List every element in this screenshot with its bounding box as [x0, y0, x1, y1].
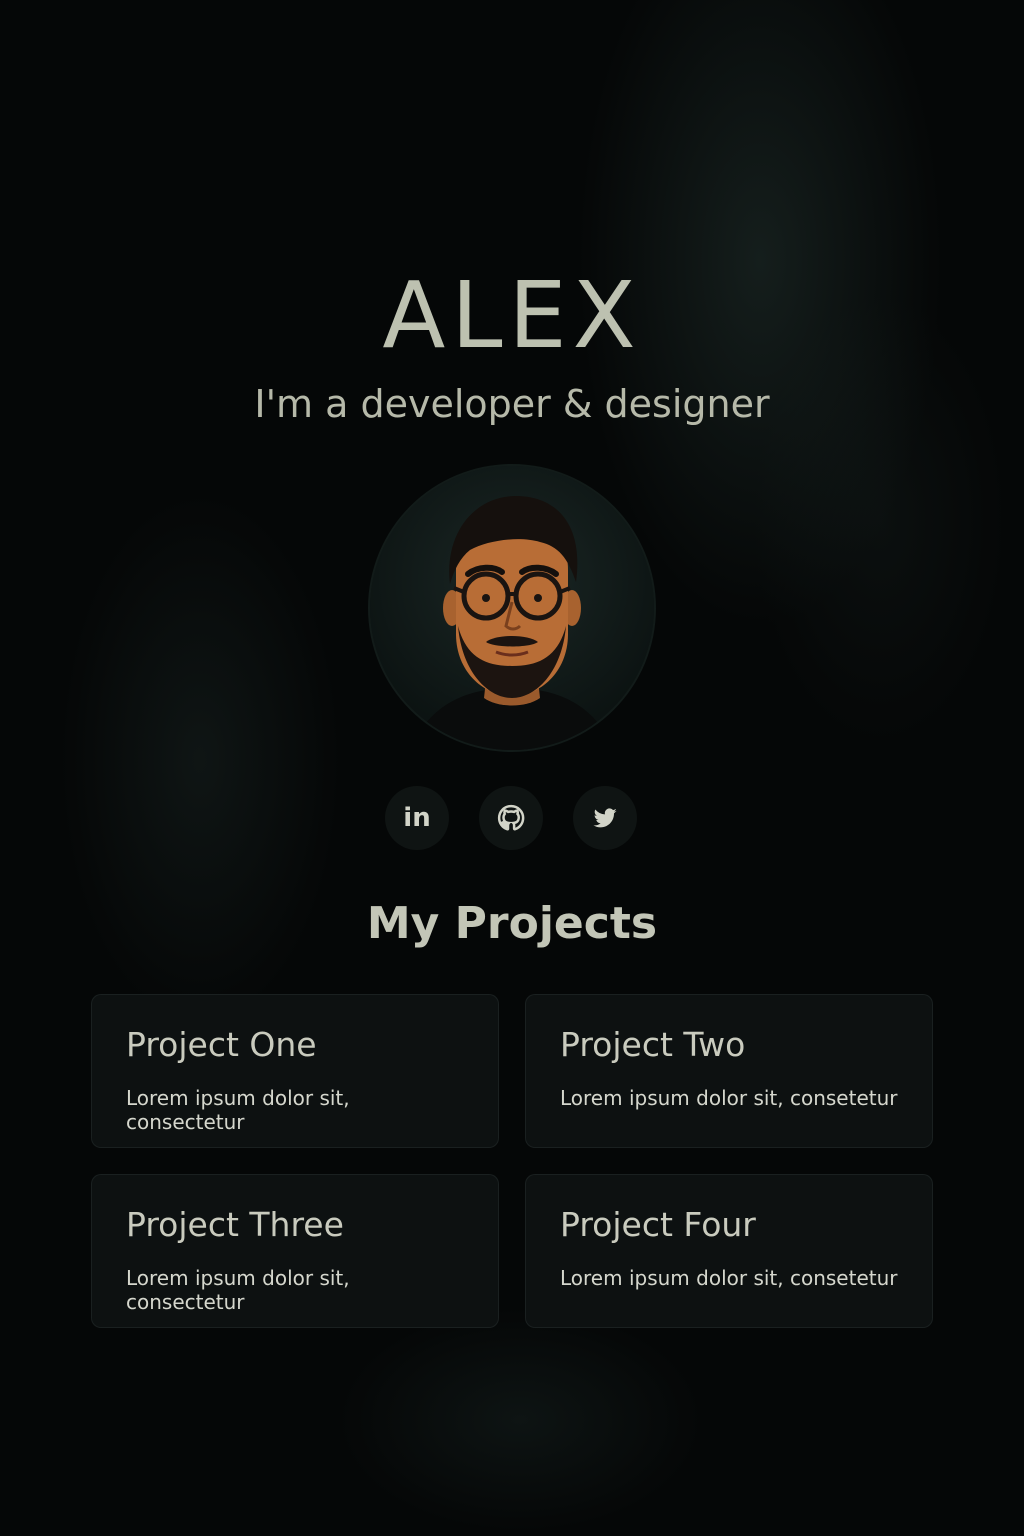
hero-name: ALEX: [382, 262, 642, 369]
avatar: [370, 466, 654, 750]
project-card[interactable]: Project Two Lorem ipsum dolor sit, conse…: [525, 994, 933, 1148]
project-description: Lorem ipsum dolor sit, consectetur: [126, 1086, 350, 1134]
project-card[interactable]: Project Four Lorem ipsum dolor sit, cons…: [525, 1174, 933, 1328]
github-icon: [497, 804, 525, 831]
project-description: Lorem ipsum dolor sit, consectetur: [126, 1266, 350, 1314]
twitter-link[interactable]: [573, 786, 637, 850]
twitter-icon: [593, 808, 617, 828]
project-description: Lorem ipsum dolor sit, consetetur: [560, 1266, 898, 1290]
hero-tagline: I'm a developer & designer: [254, 382, 770, 426]
projects-heading: My Projects: [366, 898, 658, 949]
project-title: Project One: [126, 1025, 317, 1064]
linkedin-link[interactable]: in: [385, 786, 449, 850]
project-description: Lorem ipsum dolor sit, consetetur: [560, 1086, 898, 1110]
social-links: in: [385, 786, 637, 850]
github-link[interactable]: [479, 786, 543, 850]
projects-grid: Project One Lorem ipsum dolor sit, conse…: [91, 994, 933, 1328]
linkedin-icon: in: [403, 803, 431, 833]
project-title: Project Four: [560, 1205, 756, 1244]
project-title: Project Three: [126, 1205, 344, 1244]
project-card[interactable]: Project Three Lorem ipsum dolor sit, con…: [91, 1174, 499, 1328]
project-title: Project Two: [560, 1025, 746, 1064]
portrait-illustration: [370, 466, 654, 750]
project-card[interactable]: Project One Lorem ipsum dolor sit, conse…: [91, 994, 499, 1148]
